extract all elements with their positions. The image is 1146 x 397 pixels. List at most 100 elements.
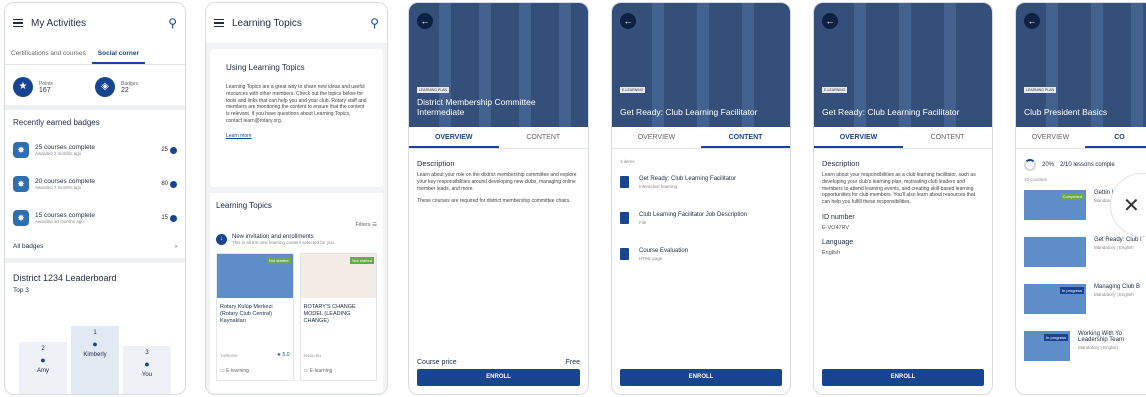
hero-banner: ← LEARNING PLAN Club President Basics bbox=[1016, 3, 1146, 127]
tab-bar: OVERVIEW CONTENT bbox=[814, 127, 992, 149]
enroll-button[interactable]: ENROLL bbox=[822, 369, 984, 386]
filters-button[interactable]: Filters ☰ bbox=[216, 222, 377, 228]
points-value: 167 bbox=[39, 86, 51, 94]
search-icon[interactable]: ⚲ bbox=[168, 16, 177, 30]
course-title: Get Ready: Club Learning Facilitator bbox=[822, 106, 960, 117]
leaderboard-title: District 1234 Leaderboard bbox=[13, 273, 117, 283]
course-thumbnail: In progress bbox=[1024, 284, 1086, 314]
plan-course-row[interactable]: In progress Managing Club B Mandatory | E… bbox=[1016, 280, 1146, 327]
plan-course-row[interactable]: Get Ready: Club I Mandatory | English bbox=[1016, 233, 1146, 280]
badge-awarded: Awarded 7 months ago bbox=[35, 185, 82, 190]
course-content-screen: ← E-LEARNING Get Ready: Club Learning Fa… bbox=[611, 2, 791, 395]
badge-row[interactable]: ✸ 15 courses complete Awarded 10 months a… bbox=[5, 201, 185, 235]
tab-bar: OVERVIEW CO bbox=[1016, 127, 1146, 149]
tab-content[interactable]: CONTENT bbox=[701, 127, 790, 148]
badge-title: 20 courses complete bbox=[35, 178, 95, 185]
page-title: My Activities bbox=[31, 17, 87, 29]
badge-dot-icon bbox=[170, 214, 177, 222]
course-card[interactable]: Not started Rotary Kulüp Merkezi (Rotary… bbox=[216, 253, 294, 381]
badge-count: 80 bbox=[161, 180, 177, 188]
items-count: 3 items bbox=[620, 159, 635, 164]
progress-row: 20% 2/10 lessons comple bbox=[1016, 149, 1146, 177]
course-title: Club President Basics bbox=[1024, 106, 1108, 117]
content-type-tag: E-LEARNING bbox=[822, 87, 848, 93]
learning-topics-screen: Learning Topics ⚲ Using Learning Topics … bbox=[205, 2, 388, 395]
course-overview-screen: ← E-LEARNING Get Ready: Club Learning Fa… bbox=[813, 2, 993, 395]
status-badge: Not started bbox=[266, 257, 291, 264]
learning-topics-section: Learning Topics Filters ☰ ↓ New invitati… bbox=[210, 193, 383, 393]
badge-count-value: 80 bbox=[161, 181, 168, 187]
badge-count: 25 bbox=[161, 146, 177, 154]
badges-label: Badges bbox=[121, 80, 138, 87]
tab-certifications[interactable]: Certifications and courses bbox=[5, 43, 92, 64]
person-icon: ● bbox=[144, 359, 150, 369]
learn-more-link[interactable]: Learn more bbox=[226, 133, 367, 139]
back-arrow-icon[interactable]: ← bbox=[417, 13, 433, 29]
tab-overview[interactable]: OVERVIEW bbox=[814, 127, 903, 148]
gear-badge-icon: ✸ bbox=[13, 176, 29, 192]
podium-first: 1 ● Kimberly bbox=[71, 326, 119, 394]
enroll-button[interactable]: ENROLL bbox=[620, 369, 782, 386]
tab-content[interactable]: CONTENT bbox=[499, 127, 589, 148]
badge-awarded: Awarded 10 months ago bbox=[35, 219, 84, 224]
tab-overview[interactable]: OVERVIEW bbox=[612, 127, 701, 148]
tab-overview[interactable]: OVERVIEW bbox=[1016, 127, 1085, 148]
points-label: Points bbox=[39, 80, 53, 87]
badge-dot-icon bbox=[170, 180, 177, 188]
course-meta: Mandatory | English bbox=[1094, 292, 1134, 297]
course-title: District Membership Committee Intermedia… bbox=[417, 96, 536, 117]
badge-row[interactable]: ✸ 25 courses complete Awarded 2 months ag… bbox=[5, 133, 185, 167]
person-name: Amy bbox=[37, 368, 49, 374]
person-name: You bbox=[141, 372, 153, 378]
back-arrow-icon[interactable]: ← bbox=[620, 13, 636, 29]
person-icon: ● bbox=[92, 339, 98, 349]
filters-label: Filters bbox=[355, 222, 371, 228]
badge-count-value: 25 bbox=[161, 147, 168, 153]
rating-value: 5.0 bbox=[282, 352, 290, 358]
content-item[interactable]: Club Learning Facilitator Job Descriptio… bbox=[612, 206, 790, 242]
tab-bar: OVERVIEW CONTENT bbox=[409, 127, 588, 149]
course-title: ROTARY'S CHANGE MODEL (LEADING CHANGE) bbox=[303, 304, 356, 325]
search-icon[interactable]: ⚲ bbox=[370, 16, 379, 30]
tab-bar: Certifications and courses Social corner bbox=[5, 43, 185, 65]
person-name: Kimberly bbox=[83, 352, 107, 358]
status-badge: Not started bbox=[350, 257, 374, 264]
course-meta: Mandatory | English bbox=[1094, 245, 1134, 250]
download-icon: ↓ bbox=[216, 234, 227, 245]
enroll-button[interactable]: ENROLL bbox=[417, 369, 580, 386]
course-overview-screen: ← LEARNING PLAN District Membership Comm… bbox=[408, 2, 589, 395]
tab-overview[interactable]: OVERVIEW bbox=[409, 127, 499, 148]
content-item[interactable]: Course Evaluation HTML page bbox=[612, 242, 790, 278]
podium: 2 ● Amy 1 ● Kimberly 3 ● You bbox=[19, 324, 171, 394]
tab-content[interactable]: CONTENT bbox=[903, 127, 992, 148]
content-type-tag: LEARNING PLAN bbox=[417, 87, 450, 93]
back-arrow-icon[interactable]: ← bbox=[1024, 13, 1040, 29]
course-title: Working With Yo Leadership Team bbox=[1078, 331, 1124, 343]
content-item[interactable]: Get Ready: Club Learning Facilitator Inte… bbox=[612, 170, 790, 206]
status-badge: In progress bbox=[1044, 334, 1069, 341]
document-icon bbox=[620, 212, 629, 224]
tab-content[interactable]: CO bbox=[1085, 127, 1146, 148]
item-title: Get Ready: Club Learning Facilitator bbox=[639, 176, 737, 182]
plan-course-row[interactable]: In progress Working With Yo Leadership T… bbox=[1016, 327, 1146, 374]
course-meta: Mandatory | English bbox=[1078, 345, 1118, 350]
filter-icon: ☰ bbox=[372, 222, 377, 228]
page-title: Learning Topics bbox=[232, 17, 302, 29]
badge-row[interactable]: ✸ 20 courses complete Awarded 7 months ag… bbox=[5, 167, 185, 201]
course-language: TURKISH bbox=[220, 353, 238, 358]
item-title: Club Learning Facilitator Job Descriptio… bbox=[639, 212, 748, 218]
my-activities-screen: My Activities ⚲ Certifications and cours… bbox=[4, 2, 186, 395]
menu-icon[interactable] bbox=[13, 18, 23, 28]
back-arrow-icon[interactable]: ← bbox=[822, 13, 838, 29]
rank: 3 bbox=[145, 350, 149, 356]
info-card-title: Using Learning Topics bbox=[226, 63, 305, 72]
monitor-icon: ▭ bbox=[220, 368, 225, 374]
menu-icon[interactable] bbox=[214, 18, 224, 28]
badge-count: 15 bbox=[161, 214, 177, 222]
tab-social-corner[interactable]: Social corner bbox=[91, 43, 145, 64]
id-value: E-VO47RV bbox=[822, 224, 850, 231]
price-label: Course price bbox=[417, 359, 457, 366]
monitor-icon: ▭ bbox=[303, 368, 309, 374]
course-card[interactable]: Not started ROTARY'S CHANGE MODEL (LEADI… bbox=[299, 253, 377, 381]
all-badges-link[interactable]: All badges › bbox=[5, 235, 185, 258]
